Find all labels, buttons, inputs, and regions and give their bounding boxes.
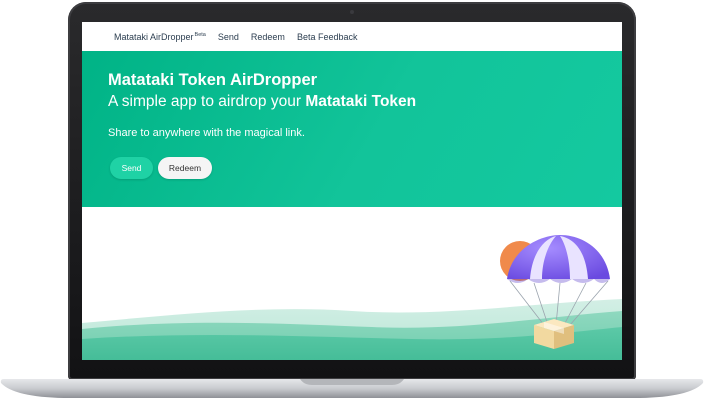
camera-icon — [350, 10, 354, 14]
trackpad-notch — [300, 379, 404, 385]
nav-brand[interactable]: Matataki AirDropperBeta — [114, 32, 206, 42]
airdrop-illustration — [82, 235, 622, 360]
nav-brand-text: Matataki AirDropper — [114, 31, 194, 42]
hero-title: Matataki Token AirDropper — [108, 71, 318, 89]
hero-subtitle-prefix: A simple app to airdrop your — [108, 93, 306, 110]
beta-badge: Beta — [194, 31, 206, 38]
laptop-screen: Matataki AirDropperBeta Send Redeem Beta… — [82, 22, 622, 360]
nav-link-send[interactable]: Send — [218, 32, 239, 42]
laptop-mockup: Matataki AirDropperBeta Send Redeem Beta… — [0, 0, 704, 400]
nav-link-redeem[interactable]: Redeem — [251, 32, 285, 42]
send-button[interactable]: Send — [110, 157, 153, 179]
hero-section: Matataki Token AirDropper A simple app t… — [82, 51, 622, 207]
redeem-button[interactable]: Redeem — [158, 157, 212, 179]
nav-link-beta-feedback[interactable]: Beta Feedback — [297, 32, 358, 42]
hero-description: Share to anywhere with the magical link. — [108, 127, 305, 139]
laptop-base — [0, 379, 704, 398]
hero-subtitle: A simple app to airdrop your Matataki To… — [108, 93, 416, 111]
hero-subtitle-emphasis: Matataki Token — [305, 93, 417, 110]
navbar: Matataki AirDropperBeta Send Redeem Beta… — [82, 22, 622, 51]
